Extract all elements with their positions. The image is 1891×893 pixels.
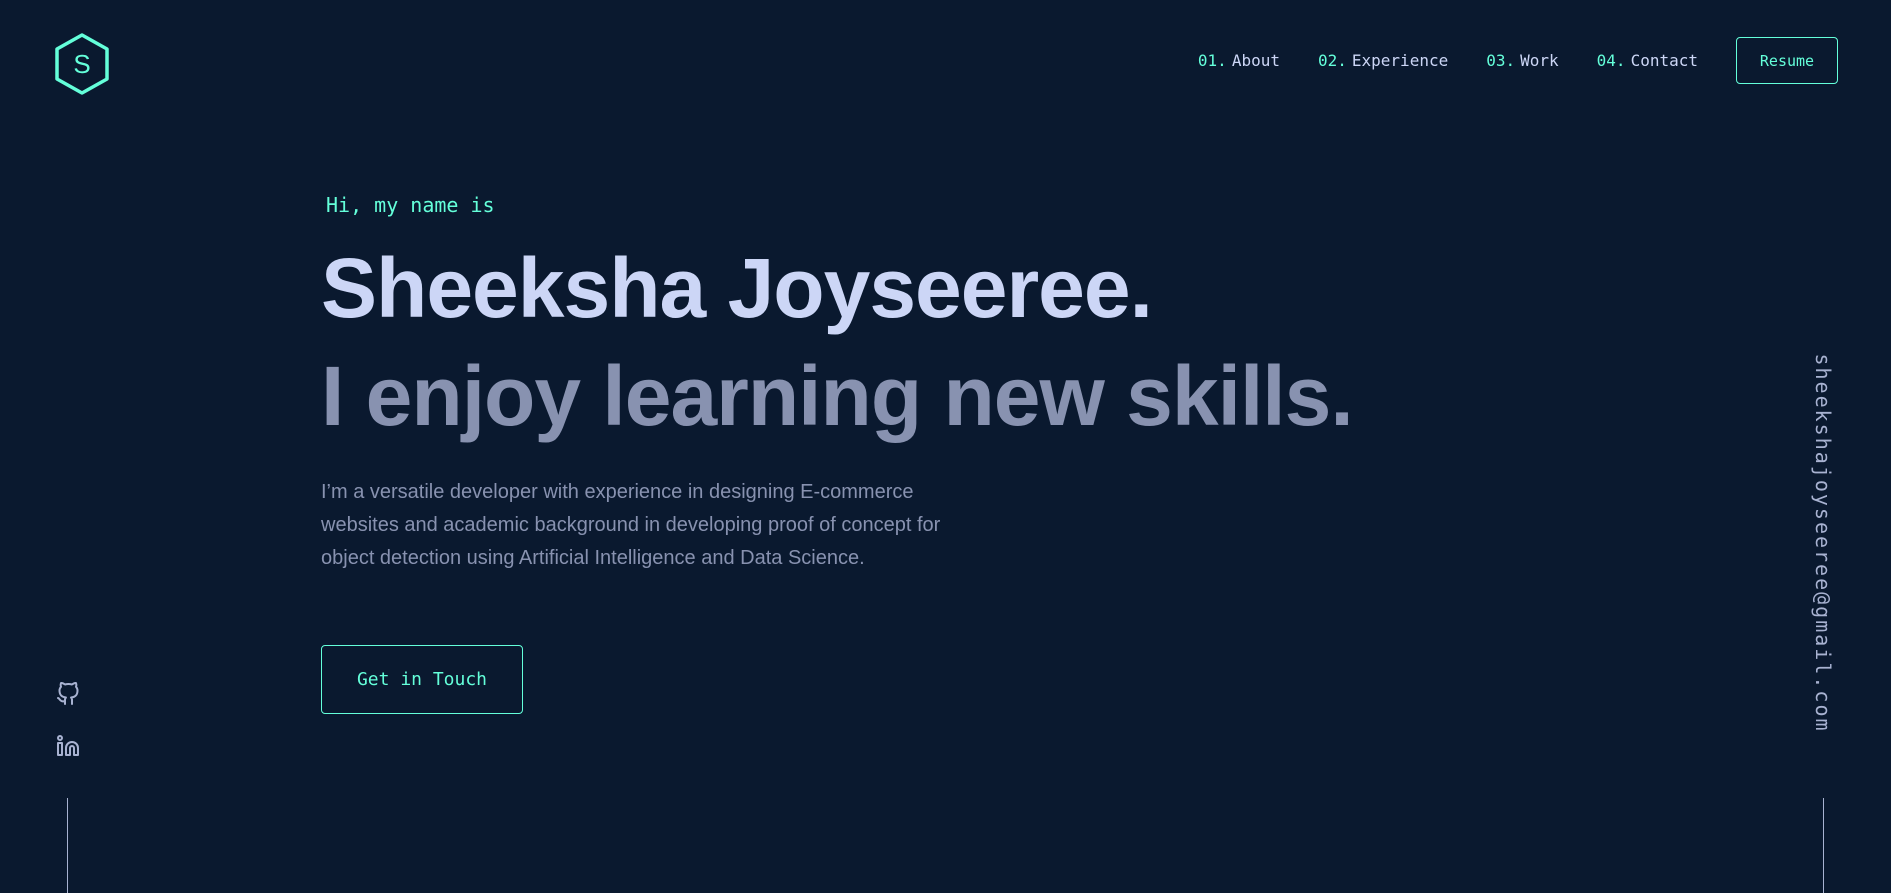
main-nav: 01. About 02. Experience 03. Work 04. Contac… xyxy=(1198,36,1838,84)
social-links xyxy=(56,682,80,786)
nav-number: 01. xyxy=(1197,50,1227,70)
right-divider-line xyxy=(1823,798,1824,893)
hero-name: Sheeksha Joyseeree. xyxy=(321,241,1153,335)
github-icon xyxy=(57,682,79,705)
nav-item-experience[interactable]: 02. Experience xyxy=(1318,51,1448,70)
nav-number: 03. xyxy=(1486,50,1516,70)
email-link[interactable]: sheekshajoyseeree@gmail.com xyxy=(1811,353,1835,732)
hero-section: Hi, my name is Sheeksha Joyseeree. I enj… xyxy=(321,188,1521,575)
nav-number: 04. xyxy=(1596,50,1626,70)
nav-label: Work xyxy=(1520,50,1559,70)
left-divider-line xyxy=(67,798,68,893)
nav-item-work[interactable]: 03. Work xyxy=(1486,51,1558,70)
nav-number: 02. xyxy=(1317,50,1347,70)
nav-item-about[interactable]: 01. About xyxy=(1198,51,1280,70)
resume-button[interactable]: Resume xyxy=(1736,36,1838,84)
github-link[interactable] xyxy=(56,682,80,706)
hero-tagline: I enjoy learning new skills. xyxy=(321,349,1354,443)
hero-greeting: Hi, my name is xyxy=(326,193,495,217)
linkedin-icon xyxy=(57,735,79,756)
nav-label: About xyxy=(1231,50,1280,70)
hero-description: I’m a versatile developer with experienc… xyxy=(321,481,941,569)
nav-label: Experience xyxy=(1351,50,1449,70)
get-in-touch-button[interactable]: Get in Touch xyxy=(321,645,523,714)
nav-label: Contact xyxy=(1630,50,1698,70)
logo-link[interactable]: S xyxy=(53,32,111,96)
logo-letter: S xyxy=(73,49,91,79)
linkedin-link[interactable] xyxy=(56,734,80,758)
nav-item-contact[interactable]: 04. Contact xyxy=(1597,51,1698,70)
